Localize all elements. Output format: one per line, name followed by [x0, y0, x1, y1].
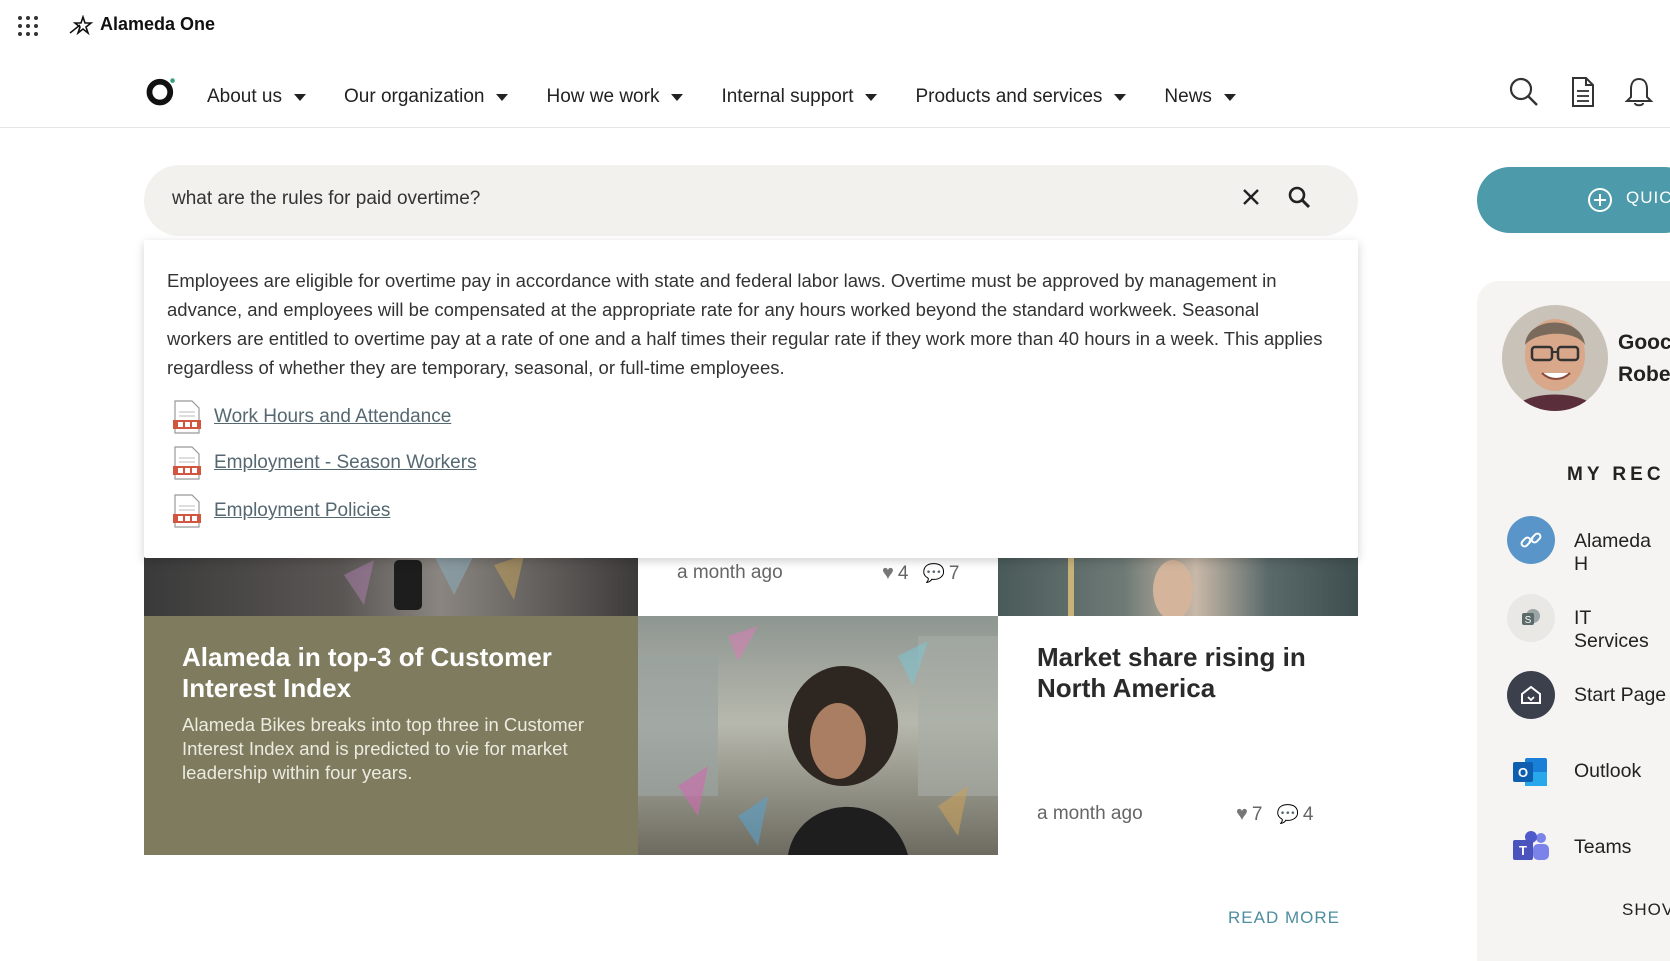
- caret-down-icon: [496, 93, 509, 101]
- pdf-document-icon: [173, 494, 201, 528]
- news-image-left[interactable]: [144, 555, 638, 616]
- sidebar-item-outlook[interactable]: Outlook: [1574, 760, 1641, 783]
- read-more-link[interactable]: READ MORE: [1228, 908, 1340, 928]
- app-launcher-icon[interactable]: [18, 16, 38, 36]
- woman-photo: [638, 626, 998, 855]
- star-logo-icon: [69, 14, 94, 35]
- sidebar-item-alameda[interactable]: Alameda H: [1574, 530, 1670, 576]
- comment-icon[interactable]: 💬: [922, 563, 944, 584]
- clear-search-icon[interactable]: [1241, 187, 1261, 207]
- nav-how-we-work[interactable]: How we work: [546, 82, 684, 112]
- comment-icon[interactable]: 💬: [1276, 804, 1298, 825]
- home-icon[interactable]: [1507, 671, 1555, 719]
- source-link-label[interactable]: Employment - Season Workers: [214, 452, 477, 474]
- quick-action-label: QUIC: [1626, 188, 1670, 207]
- ai-answer-text: Employees are eligible for overtime pay …: [167, 270, 1323, 378]
- show-more-link[interactable]: SHOV: [1622, 900, 1670, 920]
- source-link-label[interactable]: Employment Policies: [214, 500, 390, 522]
- post-time: a month ago: [1037, 803, 1143, 824]
- caret-down-icon: [1114, 93, 1127, 101]
- greeting: Gooc Robe: [1618, 331, 1670, 386]
- caret-down-icon: [671, 93, 684, 101]
- news-summary-customer-index: Alameda Bikes breaks into top three in C…: [182, 714, 585, 783]
- svg-text:O: O: [1518, 765, 1528, 780]
- sidebar-item-it-services[interactable]: IT Services: [1574, 607, 1670, 653]
- caret-down-icon: [294, 93, 306, 101]
- sidebar-item-start-page[interactable]: Start Page: [1574, 684, 1666, 707]
- section-title: MY REC: [1567, 464, 1665, 485]
- caret-down-icon: [1223, 93, 1236, 101]
- phone-photo: [344, 555, 524, 610]
- heart-icon[interactable]: ♥: [1236, 803, 1248, 826]
- svg-text:S: S: [1525, 615, 1532, 626]
- nav-news[interactable]: News: [1164, 82, 1236, 112]
- nav-internal-support[interactable]: Internal support: [721, 82, 878, 112]
- svg-text:T: T: [1519, 843, 1527, 858]
- avatar[interactable]: [1502, 305, 1608, 411]
- post-time: a month ago: [677, 562, 783, 583]
- plus-circle-icon: [1588, 188, 1612, 212]
- sharepoint-icon[interactable]: S: [1507, 594, 1555, 642]
- brand-name: Alameda One: [100, 14, 216, 34]
- comment-count: 7: [948, 562, 960, 584]
- nav-products-and-services[interactable]: Products and services: [915, 82, 1127, 112]
- news-image-right[interactable]: [998, 555, 1358, 616]
- pdf-document-icon: [173, 400, 201, 434]
- person-photo: [1068, 555, 1193, 616]
- news-title-market-share[interactable]: Market share rising in North America: [1037, 642, 1337, 704]
- news-image-woman[interactable]: [638, 616, 998, 855]
- brand-logo[interactable]: Alameda One: [68, 14, 215, 35]
- news-title-customer-index[interactable]: Alameda in top-3 of Customer Interest In…: [182, 642, 612, 704]
- teams-icon[interactable]: T: [1507, 824, 1555, 872]
- search-input[interactable]: what are the rules for paid overtime?: [172, 188, 480, 210]
- nav-our-organization[interactable]: Our organization: [344, 82, 509, 112]
- source-link-season-workers[interactable]: Employment - Season Workers: [172, 446, 477, 480]
- source-link-label[interactable]: Work Hours and Attendance: [214, 406, 451, 428]
- like-count: 4: [897, 562, 909, 584]
- heart-icon[interactable]: ♥: [882, 562, 894, 585]
- home-logo-icon[interactable]: [146, 76, 176, 106]
- pdf-document-icon: [173, 446, 201, 480]
- bell-icon[interactable]: [1624, 76, 1654, 108]
- nav-about-us[interactable]: About us: [207, 82, 306, 112]
- caret-down-icon: [865, 93, 878, 101]
- search-submit-icon[interactable]: [1287, 185, 1311, 209]
- outlook-icon[interactable]: O: [1507, 748, 1555, 796]
- user-photo: [1502, 305, 1608, 411]
- comment-count: 4: [1302, 803, 1314, 825]
- link-icon[interactable]: [1507, 516, 1555, 564]
- like-count: 7: [1251, 803, 1263, 825]
- document-icon[interactable]: [1570, 76, 1596, 108]
- source-link-work-hours[interactable]: Work Hours and Attendance: [172, 400, 451, 434]
- search-icon[interactable]: [1508, 76, 1540, 108]
- source-link-employment-policies[interactable]: Employment Policies: [172, 494, 390, 528]
- sidebar-item-teams[interactable]: Teams: [1574, 836, 1631, 859]
